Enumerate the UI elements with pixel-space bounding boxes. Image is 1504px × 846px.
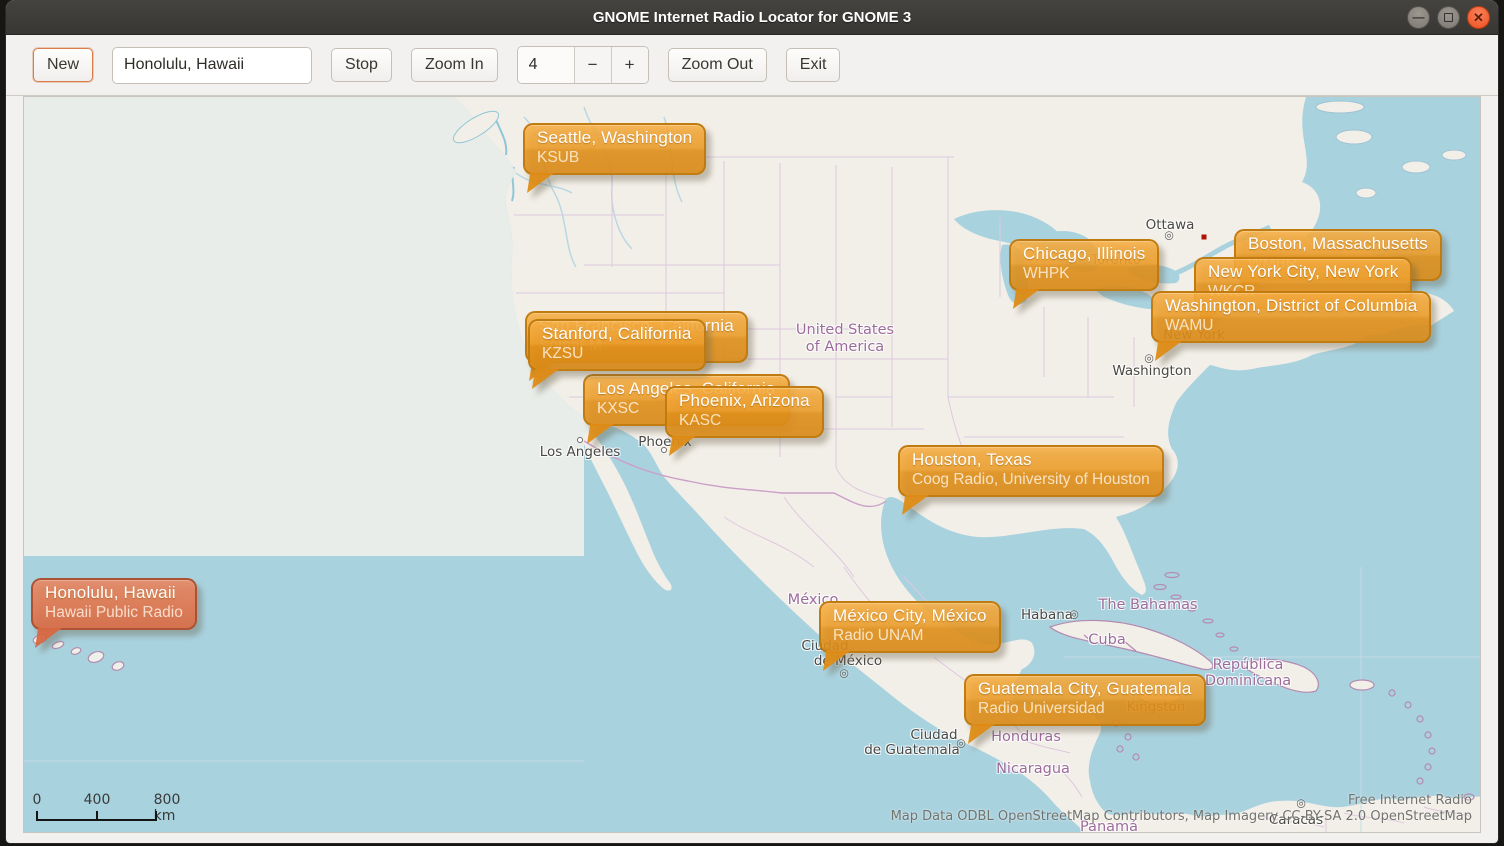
app-attribution: Free Internet Radio — [1348, 793, 1472, 808]
marker-bubble: Seattle, Washington KSUB — [523, 123, 706, 175]
map-marker-guatemala-city[interactable]: Guatemala City, Guatemala Radio Universi… — [964, 674, 1206, 726]
marker-bubble: Chicago, Illinois WHPK — [1009, 239, 1159, 291]
window-title: GNOME Internet Radio Locator for GNOME 3 — [593, 9, 911, 26]
map-view[interactable]: Ottawa Toronto New York Washington Los A… — [23, 96, 1481, 833]
map-label-bahamas: The Bahamas — [1098, 597, 1197, 613]
map-marker-mexico-city[interactable]: México City, México Radio UNAM — [819, 601, 1001, 653]
titlebar[interactable]: GNOME Internet Radio Locator for GNOME 3… — [6, 0, 1498, 35]
stop-button[interactable]: Stop — [331, 48, 392, 82]
marker-title: Washington, District of Columbia — [1165, 296, 1417, 316]
map-label-republica: República — [1213, 657, 1284, 673]
marker-title: Phoenix, Arizona — [679, 391, 810, 411]
map-marker-honolulu[interactable]: Honolulu, Hawaii Hawaii Public Radio — [31, 578, 197, 630]
marker-title: Stanford, California — [542, 324, 692, 344]
zoom-decrement-button[interactable]: − — [574, 47, 611, 83]
marker-bubble: México City, México Radio UNAM — [819, 601, 1001, 653]
scale-tick-label: 400 — [84, 792, 111, 808]
marker-bubble: Houston, Texas Coog Radio, University of… — [898, 445, 1164, 497]
marker-title: México City, México — [833, 606, 987, 626]
marker-title: Houston, Texas — [912, 450, 1150, 470]
map-attribution: Map Data ODBL OpenStreetMap Contributors… — [891, 809, 1472, 824]
scale-tick-label: 800 km — [154, 792, 181, 824]
map-label-los-angeles: Los Angeles — [540, 444, 621, 460]
marker-title: Honolulu, Hawaii — [45, 583, 183, 603]
red-dot-icon — [1202, 235, 1207, 240]
marker-bubble: Stanford, California KZSU — [528, 319, 706, 371]
main-area: Ottawa Toronto New York Washington Los A… — [6, 96, 1498, 843]
map-marker-stanford[interactable]: Stanford, California KZSU — [528, 319, 706, 371]
marker-subtitle: Radio Universidad — [978, 700, 1192, 718]
map-label-washington: Washington — [1112, 363, 1191, 379]
close-button[interactable]: ✕ — [1467, 6, 1490, 29]
town-ring-icon: ◎ — [1069, 608, 1079, 621]
zoom-level-value[interactable]: 4 — [518, 47, 574, 83]
app-window: GNOME Internet Radio Locator for GNOME 3… — [6, 0, 1498, 843]
map-label-dominicana: Dominicana — [1205, 673, 1291, 689]
map-marker-seattle[interactable]: Seattle, Washington KSUB — [523, 123, 706, 175]
window-controls: — ✕ — [1407, 0, 1490, 34]
map-label-cuba: Cuba — [1088, 632, 1125, 648]
marker-bubble: Phoenix, Arizona KASC — [665, 386, 824, 438]
map-label-de-guatemala: de Guatemala — [864, 742, 960, 758]
toolbar: New Stop Zoom In 4 − + Zoom Out Exit — [6, 35, 1498, 96]
map-label-honduras: Honduras — [991, 729, 1061, 745]
minimize-icon: — — [1413, 11, 1425, 23]
marker-subtitle: WAMU — [1165, 317, 1417, 335]
marker-title: Guatemala City, Guatemala — [978, 679, 1192, 699]
minimize-button[interactable]: — — [1407, 6, 1430, 29]
exit-button[interactable]: Exit — [786, 48, 841, 82]
map-label-habana: Habana — [1021, 607, 1073, 623]
marker-subtitle: Radio UNAM — [833, 627, 987, 645]
new-button[interactable]: New — [33, 48, 93, 82]
close-icon: ✕ — [1473, 11, 1484, 24]
map-marker-chicago[interactable]: Chicago, Illinois WHPK — [1009, 239, 1159, 291]
marker-subtitle: WHPK — [1023, 265, 1145, 283]
marker-bubble: Washington, District of Columbia WAMU — [1151, 291, 1431, 343]
location-search-input[interactable] — [112, 47, 312, 84]
marker-subtitle: KASC — [679, 412, 810, 430]
town-ring-icon: ◎ — [1144, 352, 1154, 365]
zoom-level-spinner: 4 − + — [517, 46, 649, 84]
town-dot-icon — [661, 447, 667, 453]
marker-title: Seattle, Washington — [537, 128, 692, 148]
marker-title: Chicago, Illinois — [1023, 244, 1145, 264]
map-marker-washington-dc[interactable]: Washington, District of Columbia WAMU — [1151, 291, 1431, 343]
marker-subtitle: KSUB — [537, 149, 692, 167]
map-label-nicaragua: Nicaragua — [996, 761, 1070, 777]
map-label-ciudad-gt: Ciudad — [910, 727, 957, 743]
zoom-increment-button[interactable]: + — [611, 47, 648, 83]
town-ring-icon: ◎ — [1164, 229, 1174, 242]
marker-title: New York City, New York — [1208, 262, 1398, 282]
maximize-button[interactable] — [1437, 6, 1460, 29]
map-marker-houston[interactable]: Houston, Texas Coog Radio, University of… — [898, 445, 1164, 497]
marker-bubble: Honolulu, Hawaii Hawaii Public Radio — [31, 578, 197, 630]
map-label-of-america: of America — [806, 339, 884, 355]
town-dot-icon — [577, 437, 583, 443]
marker-subtitle: KZSU — [542, 345, 692, 363]
zoom-in-button[interactable]: Zoom In — [411, 48, 498, 82]
marker-subtitle: Hawaii Public Radio — [45, 604, 183, 622]
scale-tick-label: 0 — [33, 792, 42, 808]
marker-bubble: Guatemala City, Guatemala Radio Universi… — [964, 674, 1206, 726]
map-marker-phoenix[interactable]: Phoenix, Arizona KASC — [665, 386, 824, 438]
town-ring-icon: ◎ — [1296, 797, 1306, 810]
marker-subtitle: Coog Radio, University of Houston — [912, 471, 1150, 489]
maximize-icon — [1444, 13, 1453, 22]
town-ring-icon: ◎ — [839, 667, 849, 680]
town-ring-icon: ◎ — [956, 737, 966, 750]
zoom-out-button[interactable]: Zoom Out — [668, 48, 767, 82]
map-label-united-states: United States — [796, 322, 894, 338]
marker-title: Boston, Massachusetts — [1248, 234, 1428, 254]
map-canvas — [24, 97, 1481, 833]
